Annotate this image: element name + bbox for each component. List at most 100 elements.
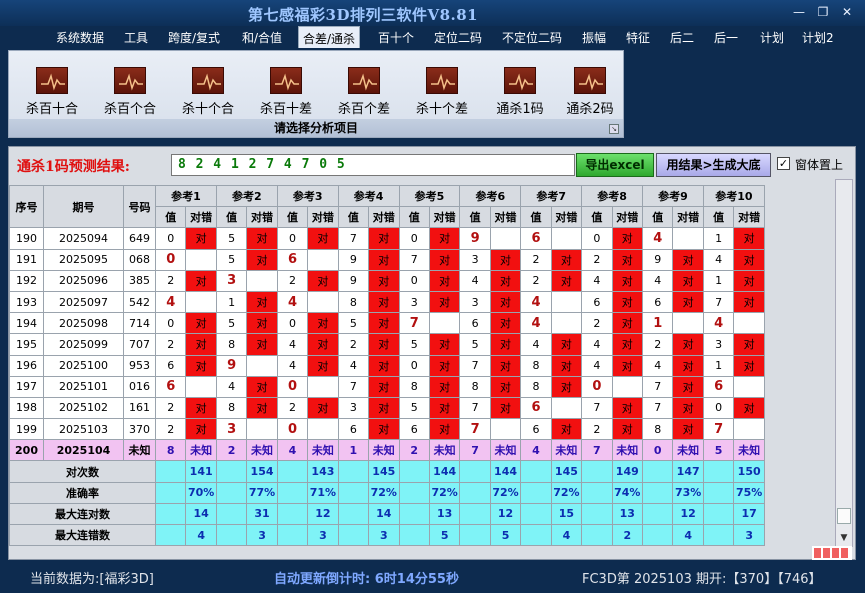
menu-item[interactable]: 特征 <box>626 29 650 46</box>
minimize-button[interactable]: — <box>790 4 808 20</box>
result-cell <box>550 312 583 335</box>
stats-spacer <box>276 523 309 547</box>
menu-item[interactable]: 计划2 <box>802 29 834 46</box>
ribbon-button-label: 杀百十差 <box>259 102 312 117</box>
number-cell: 385 <box>123 269 156 292</box>
result-cell: 对 <box>550 269 583 292</box>
ribbon-button[interactable]: 杀十个差 <box>407 65 477 117</box>
ribbon-button[interactable]: 杀百十差 <box>251 65 321 117</box>
result-cell: 未知 <box>489 439 522 462</box>
result-cell <box>307 248 339 271</box>
menu-item[interactable]: 计划 <box>760 29 784 46</box>
result-cell: 对 <box>368 418 400 441</box>
reference-header: 参考2 <box>215 184 278 208</box>
status-bar: 当前数据为:[福彩3D] 自动更新倒计时: 6时14分55秒 FC3D第 202… <box>0 564 865 593</box>
result-cell: 对 <box>489 396 522 420</box>
seq-cell: 192 <box>9 269 44 292</box>
value-cell: 4 <box>337 354 370 377</box>
restore-button[interactable]: ❐ <box>814 4 832 20</box>
stats-value: 12 <box>307 502 339 526</box>
result-cell <box>246 418 278 441</box>
table-row[interactable]: 197 2025101 016 6 4 对 0 7 对 8 对 8 对 8 对 0 7 对 6 <box>9 375 765 398</box>
result-cell <box>307 375 339 398</box>
stats-value: 70% <box>185 481 217 504</box>
vertical-scrollbar[interactable]: ▼ <box>835 179 853 547</box>
dialog-launcher-icon[interactable]: ↘ <box>609 124 619 134</box>
value-cell: 0 <box>154 248 187 271</box>
stats-value: 5 <box>428 523 461 547</box>
result-cell: 对 <box>307 227 339 250</box>
stats-spacer <box>398 523 430 547</box>
ribbon-button[interactable]: 杀百个合 <box>95 65 165 117</box>
scrollbar-thumb[interactable] <box>837 508 851 524</box>
menu-item[interactable]: 振幅 <box>582 29 606 46</box>
table-row[interactable]: 190 2025094 649 0 对 5 对 0 对 7 对 0 对 9 6 0 对 4 1 对 <box>9 227 765 250</box>
table-row[interactable]: 191 2025095 068 0 5 对 6 9 对 7 对 3 对 2 对 2 对 9 对 4 对 <box>9 248 765 271</box>
menu-item[interactable]: 跨度/复式 <box>168 29 220 46</box>
close-button[interactable]: ✕ <box>838 4 856 20</box>
result-cell: 未知 <box>428 439 461 462</box>
chart-icon <box>270 67 302 94</box>
issue-cell: 2025104 <box>43 439 124 462</box>
result-cell: 对 <box>550 248 583 271</box>
menu-item[interactable]: 和/合值 <box>242 29 282 46</box>
ribbon-button[interactable]: 通杀1码 <box>485 65 555 117</box>
value-cell: 4 <box>215 375 248 398</box>
value-cell: 1 <box>702 227 735 250</box>
chart-icon <box>574 67 606 94</box>
value-cell: 0 <box>581 375 613 398</box>
issue-cell: 2025102 <box>43 396 124 420</box>
prediction-result-field[interactable]: 8 2 4 1 2 7 4 7 0 5 <box>171 154 575 176</box>
ribbon-button[interactable]: 杀百十合 <box>17 65 87 117</box>
prediction-row[interactable]: 200 2025104 未知 8 未知 2 未知 4 未知 1 未知 2 未知 7 未知 4 未知 7 未知 0 未知 5… <box>9 439 765 462</box>
table-row[interactable]: 194 2025098 714 0 对 5 对 0 对 5 对 7 6 对 4 2 对 1 4 <box>9 312 765 335</box>
stats-spacer <box>215 460 248 483</box>
menu-item[interactable]: 后二 <box>670 29 694 46</box>
stats-label: 最大连对数 <box>9 502 156 526</box>
menu-item[interactable]: 后一 <box>714 29 738 46</box>
ribbon-button-label: 杀十个差 <box>415 102 468 117</box>
value-cell: 5 <box>215 248 248 271</box>
stats-spacer <box>276 502 309 526</box>
ribbon-button[interactable]: 杀十个合 <box>173 65 243 117</box>
reference-header: 参考5 <box>398 184 461 208</box>
menu-item[interactable]: 工具 <box>124 29 148 46</box>
indicator-segment <box>841 548 848 558</box>
table-row[interactable]: 198 2025102 161 2 对 8 对 2 对 3 对 5 对 7 对 6 7 对 7 对 0 对 <box>9 396 765 420</box>
stats-spacer <box>215 523 248 547</box>
menu-item[interactable]: 百十个 <box>378 29 414 46</box>
table-row[interactable]: 196 2025100 953 6 对 9 4 对 4 对 0 对 7 对 8 对 4 对 4 对 1 对 <box>9 354 765 377</box>
scroll-down-icon[interactable]: ▼ <box>837 531 851 545</box>
menu-item[interactable]: 系统数据 <box>56 29 104 46</box>
menu-item[interactable]: 合差/通杀 <box>298 26 361 48</box>
result-cell: 对 <box>246 396 278 420</box>
issue-cell: 2025100 <box>43 354 124 377</box>
value-cell: 7 <box>398 312 430 335</box>
ribbon-button[interactable]: 通杀2码 <box>555 65 625 117</box>
stats-spacer <box>154 502 187 526</box>
stats-spacer <box>520 523 552 547</box>
number-cell: 未知 <box>123 439 156 462</box>
table-row[interactable]: 192 2025096 385 2 对 3 2 对 9 对 0 对 4 对 2 对 4 对 4 对 1 对 <box>9 269 765 292</box>
table-row[interactable]: 193 2025097 542 4 1 对 4 8 对 3 对 3 对 4 6 对 6 对 7 对 <box>9 290 765 314</box>
value-cell: 0 <box>154 312 187 335</box>
export-excel-button[interactable]: 导出excel <box>576 153 654 177</box>
value-cell: 5 <box>459 333 491 356</box>
menu-item[interactable]: 定位二码 <box>434 29 482 46</box>
issue-cell: 2025097 <box>43 290 124 314</box>
window-on-top-checkbox[interactable]: ✓ <box>777 157 790 170</box>
value-cell: 8 <box>154 439 187 462</box>
generate-base-button[interactable]: 用结果>生成大底 <box>656 153 771 177</box>
seq-cell: 200 <box>9 439 44 462</box>
table-row[interactable]: 195 2025099 707 2 对 8 对 4 对 2 对 5 对 5 对 4 对 4 对 2 对 3 对 <box>9 333 765 356</box>
result-cell: 对 <box>368 227 400 250</box>
value-cell: 4 <box>459 269 491 292</box>
value-cell: 9 <box>215 354 248 377</box>
stats-value: 149 <box>611 460 644 483</box>
stats-value: 4 <box>550 523 583 547</box>
result-cell: 对 <box>733 227 765 250</box>
table-row[interactable]: 199 2025103 370 2 对 3 0 6 对 6 对 7 6 对 2 对 8 对 7 <box>9 418 765 441</box>
menu-item[interactable]: 不定位二码 <box>502 29 562 46</box>
value-cell: 2 <box>154 418 187 441</box>
ribbon-button[interactable]: 杀百个差 <box>329 65 399 117</box>
